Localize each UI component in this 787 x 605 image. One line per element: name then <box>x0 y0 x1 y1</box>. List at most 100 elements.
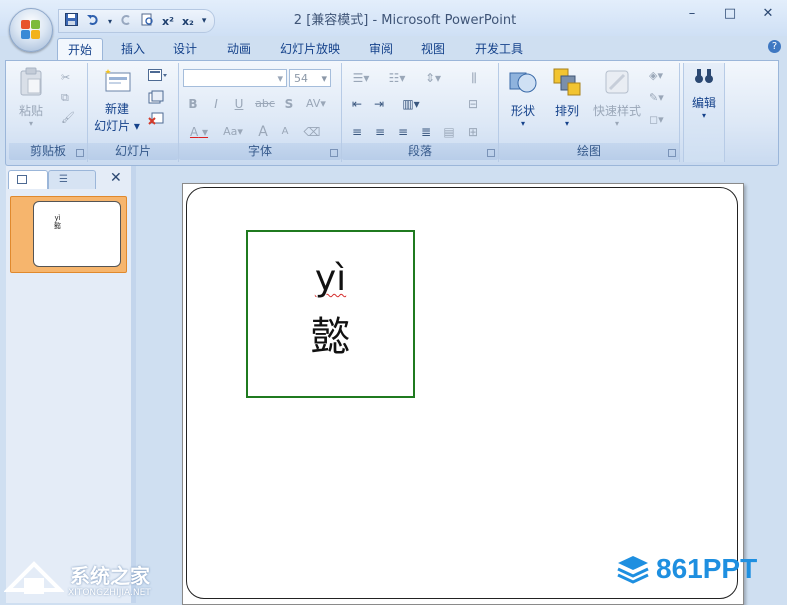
tab-developer[interactable]: 开发工具 <box>468 38 530 60</box>
shapes-label: 形状 <box>510 104 535 118</box>
reset-icon[interactable] <box>148 90 164 109</box>
arrange-label: 排列 <box>554 104 579 118</box>
editing-button[interactable]: 编辑 ▾ <box>686 67 722 120</box>
text-box[interactable]: yì 懿 <box>246 230 415 398</box>
tab-insert[interactable]: 插入 <box>114 38 152 60</box>
redo-icon[interactable] <box>118 13 135 29</box>
format-painter-icon[interactable]: 🖌 <box>61 111 75 124</box>
new-slide-label-2: 幻灯片 ▾ <box>94 119 140 133</box>
change-case-button[interactable]: Aa▾ <box>217 123 249 141</box>
character-spacing-button[interactable]: AV▾ <box>303 95 329 113</box>
text-direction-icon[interactable]: ⫼ <box>462 69 486 87</box>
slide-thumbnail[interactable]: yì 懿 <box>10 196 127 273</box>
binoculars-icon <box>686 67 722 88</box>
shapes-button[interactable]: 形状 ▾ <box>503 67 543 128</box>
bold-button[interactable]: B <box>184 95 202 113</box>
line-spacing-icon[interactable]: ⇕▾ <box>418 69 448 87</box>
underline-button[interactable]: U <box>230 95 248 113</box>
save-icon[interactable] <box>63 13 80 29</box>
paragraph-group-label: 段落 <box>342 143 498 160</box>
tab-animations[interactable]: 动画 <box>220 38 258 60</box>
drawing-group-label: 绘图 <box>499 143 679 160</box>
justify-icon[interactable]: ≣ <box>417 123 435 141</box>
watermark-861ppt: 861PPT <box>616 553 757 585</box>
strikethrough-button[interactable]: abc <box>254 95 276 113</box>
shape-fill-icon[interactable]: ◈▾ <box>649 69 663 82</box>
font-name-combo[interactable]: ▾ <box>183 69 287 87</box>
bullets-icon[interactable]: ☰▾ <box>346 69 376 87</box>
cut-icon[interactable]: ✂ <box>61 71 70 84</box>
paste-button[interactable]: 粘贴 ▾ <box>13 67 49 128</box>
tab-slideshow[interactable]: 幻灯片放映 <box>272 38 348 60</box>
quick-styles-label: 快速样式 <box>592 104 641 118</box>
clear-formatting-icon[interactable]: ⌫ <box>303 123 321 141</box>
drawing-launcher-icon[interactable] <box>668 149 676 157</box>
quick-access-toolbar: ▾ x² x₂ ▾ <box>58 9 216 33</box>
slides-tab[interactable] <box>8 170 48 189</box>
dropdown-arrow-icon[interactable]: ▾ <box>106 17 114 26</box>
smartart-icon[interactable]: ⊞ <box>464 123 482 141</box>
align-text-icon[interactable]: ⊟ <box>464 95 482 113</box>
font-color-button[interactable]: A ▾ <box>184 123 214 141</box>
superscript-icon[interactable]: x² <box>160 15 176 28</box>
shape-outline-icon[interactable]: ✎▾ <box>649 91 664 104</box>
hanzi-character: 懿 <box>310 314 351 360</box>
outline-tab[interactable]: ☰ <box>48 170 96 189</box>
maximize-button[interactable]: □ <box>711 6 749 21</box>
tab-view[interactable]: 视图 <box>414 38 452 60</box>
delete-slide-icon[interactable] <box>148 112 164 129</box>
shapes-icon <box>503 67 543 100</box>
office-button[interactable] <box>9 8 53 52</box>
font-group: ▾ 54 ▾ B I U abc S AV▾ A ▾ Aa▾ A A ⌫ 字体 <box>179 63 342 162</box>
office-logo-icon <box>21 20 41 40</box>
xitongzhijia-logo-icon <box>4 561 64 594</box>
paragraph-launcher-icon[interactable] <box>487 149 495 157</box>
font-launcher-icon[interactable] <box>330 149 338 157</box>
drawing-group: 形状 ▾ 排列 ▾ 快速样式 ▾ ◈▾ ✎▾ ◻▾ 绘图 <box>499 63 680 162</box>
distributed-icon[interactable]: ▤ <box>440 123 458 141</box>
text-shadow-button[interactable]: S <box>280 95 298 113</box>
grow-font-button[interactable]: A <box>254 123 272 141</box>
slides-group: 新建 幻灯片 ▾ 幻灯片 <box>88 63 179 162</box>
arrange-button[interactable]: 排列 ▾ <box>547 67 587 128</box>
clipboard-launcher-icon[interactable] <box>76 149 84 157</box>
ribbon-tabs: 开始 插入 设计 动画 幻灯片放映 审阅 视图 开发工具 <box>0 36 787 61</box>
window-title: 2 [兼容模式] - Microsoft PowerPoint <box>293 13 517 28</box>
watermark-right-text: 861PPT <box>656 553 758 584</box>
italic-button[interactable]: I <box>207 95 225 113</box>
decrease-indent-icon[interactable]: ⇤ <box>348 95 366 113</box>
tab-home[interactable]: 开始 <box>57 38 103 61</box>
editing-label: 编辑 <box>691 96 716 110</box>
paste-label: 粘贴 <box>18 104 43 118</box>
quick-styles-button[interactable]: 快速样式 ▾ <box>589 67 645 128</box>
minimize-button[interactable]: – <box>673 6 711 21</box>
align-center-icon[interactable]: ≡ <box>371 123 389 141</box>
watermark-left-main: 系统之家 <box>70 564 150 588</box>
help-icon[interactable]: ? <box>768 40 781 53</box>
undo-icon[interactable] <box>84 13 102 29</box>
new-slide-button[interactable]: 新建 幻灯片 ▾ <box>92 67 142 134</box>
editing-group: 编辑 ▾ <box>683 63 725 162</box>
shape-effects-icon[interactable]: ◻▾ <box>649 113 664 126</box>
print-preview-icon[interactable] <box>139 13 156 29</box>
copy-icon[interactable]: ⧉ <box>61 91 69 105</box>
font-group-label: 字体 <box>179 143 341 160</box>
numbering-icon[interactable]: ☷▾ <box>382 69 412 87</box>
thumbnail-text: yì 懿 <box>54 214 61 230</box>
increase-indent-icon[interactable]: ⇥ <box>370 95 388 113</box>
layout-icon[interactable] <box>148 69 168 85</box>
align-right-icon[interactable]: ≡ <box>394 123 412 141</box>
close-button[interactable]: ✕ <box>749 6 787 21</box>
subscript-icon[interactable]: x₂ <box>180 15 196 28</box>
slides-tab-icon <box>17 175 27 184</box>
columns-icon[interactable]: ▥▾ <box>398 95 424 113</box>
font-size-combo[interactable]: 54 ▾ <box>289 69 331 87</box>
customize-qat-icon[interactable]: ▾ <box>200 16 209 26</box>
shrink-font-button[interactable]: A <box>276 123 294 141</box>
watermark-left-sub: XITONGZHIJIA.NET <box>68 588 151 598</box>
tab-design[interactable]: 设计 <box>166 38 204 60</box>
tab-review[interactable]: 审阅 <box>362 38 400 60</box>
align-left-icon[interactable]: ≡ <box>348 123 366 141</box>
close-panel-icon[interactable]: ✕ <box>110 170 122 186</box>
new-slide-label-1: 新建 <box>104 102 129 116</box>
